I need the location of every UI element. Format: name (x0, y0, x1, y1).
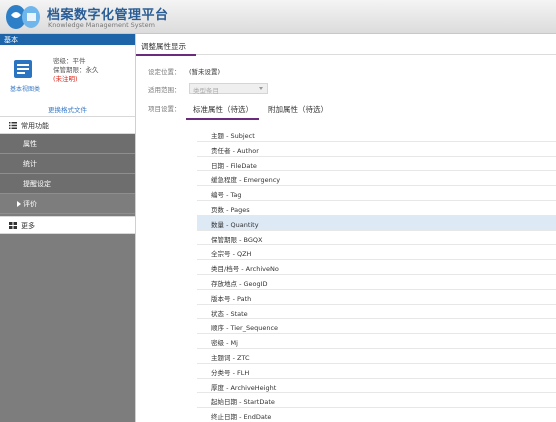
list-item[interactable]: 编号 - Tag (197, 186, 556, 201)
document-icon (14, 60, 32, 78)
list-item[interactable]: 密级 - Mj (197, 334, 556, 349)
more-header[interactable]: 更多 (0, 216, 135, 234)
basic-section-header: 基本 (0, 34, 135, 45)
list-item[interactable]: 全宗号 - QZH (197, 245, 556, 261)
list-item[interactable]: 版本号 - Path (197, 290, 556, 305)
menu-item-label: 评价 (23, 200, 37, 208)
basic-info-panel: 基本视图类 密级：平件 保管期限：永久 (未注明) 更换格式文件 (0, 45, 135, 116)
tab-divider (136, 54, 556, 55)
grid-icon (9, 222, 17, 229)
tab-extra-attributes[interactable]: 附加属性（待选） (268, 104, 328, 115)
list-item[interactable]: 状态 - State (197, 305, 556, 320)
menu-item-reminder[interactable]: 提醒设定 (0, 174, 135, 194)
change-format-link[interactable]: 更换格式文件 (0, 104, 135, 114)
location-label: 设定位置： (148, 68, 181, 76)
registration-status-text: (未注明) (53, 75, 78, 83)
app-subtitle: Knowledge Management System (48, 21, 155, 29)
list-item[interactable]: 分类号 - FLH (197, 364, 556, 379)
basic-view-link[interactable]: 基本视图类 (10, 84, 40, 93)
chevron-down-icon (259, 87, 263, 90)
scope-label: 适用范围： (148, 86, 181, 94)
active-attr-tab-indicator (186, 118, 259, 120)
list-item[interactable]: 存放地点 - GeogID (197, 275, 556, 290)
list-item-selected[interactable]: 数量 - Quantity (197, 215, 556, 231)
scope-select[interactable]: 类型条目 (189, 83, 268, 95)
list-item[interactable]: 终止日期 - EndDate (197, 408, 556, 422)
list-item[interactable]: 保管期限 - BGQX (197, 231, 556, 246)
menu-item-statistics[interactable]: 统计 (0, 154, 135, 174)
project-label: 项目设置： (148, 105, 181, 113)
location-value: (暂未设置) (189, 68, 221, 76)
attribute-list: 主题 - Subject 责任者 - Author 日期 - FileDate … (197, 127, 556, 422)
list-item[interactable]: 起始日期 - StartDate (197, 393, 556, 409)
caret-right-icon (17, 201, 21, 207)
main-content: 调整属性显示 设定位置： (暂未设置) 适用范围： 类型条目 项目设置： 标准属… (135, 34, 556, 422)
app-header: 档案数字化管理平台 Knowledge Management System (0, 0, 556, 34)
menu-item-evaluation[interactable]: 评价 (0, 194, 135, 214)
tab-standard-attributes[interactable]: 标准属性（待选） (193, 104, 253, 115)
list-item[interactable]: 主题词 - ZTC (197, 349, 556, 364)
list-item[interactable]: 主题 - Subject (197, 127, 556, 142)
menu-item-properties[interactable]: 属性 (0, 134, 135, 154)
common-functions-label: 常用功能 (21, 122, 49, 130)
list-item[interactable]: 类目/档号 - ArchiveNo (197, 260, 556, 275)
list-item[interactable]: 责任者 - Author (197, 142, 556, 157)
menu-item-label: 属性 (23, 140, 37, 148)
list-item[interactable]: 日期 - FileDate (197, 157, 556, 172)
common-functions-header[interactable]: 常用功能 (0, 116, 135, 134)
more-label: 更多 (21, 222, 35, 230)
sidebar: 基本 基本视图类 密级：平件 保管期限：永久 (未注明) 更换格式文件 常用功能… (0, 34, 135, 422)
list-item[interactable]: 缓急程度 - Emergency (197, 171, 556, 187)
list-item[interactable]: 页数 - Pages (197, 201, 556, 216)
app-logo-icon (6, 5, 40, 29)
active-tab-indicator (136, 54, 196, 56)
list-item[interactable]: 厚度 - ArchiveHeight (197, 379, 556, 394)
list-icon (9, 122, 17, 129)
menu-item-label: 统计 (23, 160, 37, 168)
list-item[interactable]: 顺序 - Tier_Sequence (197, 319, 556, 335)
scope-select-value: 类型条目 (193, 87, 219, 95)
menu-item-label: 提醒设定 (23, 180, 51, 188)
